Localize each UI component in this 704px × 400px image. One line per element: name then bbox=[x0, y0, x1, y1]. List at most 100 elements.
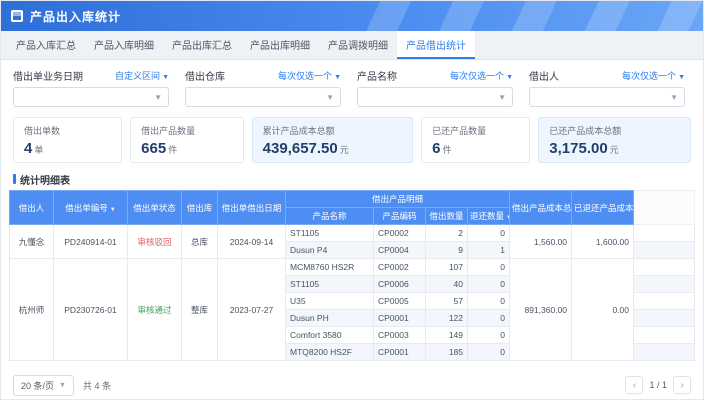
filter-borrower: 借出人 每次仅选一个▼ ▼ bbox=[529, 68, 685, 107]
tab-outbound-detail[interactable]: 产品出库明细 bbox=[241, 31, 319, 59]
pager: ‹ 1 / 1 › bbox=[625, 376, 691, 394]
col-header-product-code[interactable]: 产品编码 bbox=[374, 208, 426, 225]
tab-outbound-summary[interactable]: 产品出库汇总 bbox=[163, 31, 241, 59]
lend-date-select[interactable]: ▼ bbox=[13, 87, 169, 107]
stat-value: 4单 bbox=[24, 140, 111, 157]
prev-page-button[interactable]: ‹ bbox=[625, 376, 643, 394]
filler-cell bbox=[634, 310, 695, 327]
total-count-label: 共 4 条 bbox=[83, 379, 111, 392]
chevron-down-icon: ▼ bbox=[678, 74, 685, 81]
col-header-product-name[interactable]: 产品名称 bbox=[286, 208, 374, 225]
chevron-down-icon: ▼ bbox=[506, 74, 513, 81]
filter-mode-dropdown[interactable]: 自定义区间▼ bbox=[115, 69, 169, 82]
statistics-table-container: 借出人 借出单编号▼ 借出单状态 借出库 借出单借出日期 借出产品明细 借出产品… bbox=[1, 190, 703, 371]
out-qty-cell: 9 bbox=[426, 242, 468, 259]
product-code-cell: CP0003 bbox=[374, 327, 426, 344]
borrower-select[interactable]: ▼ bbox=[529, 87, 685, 107]
stat-value: 665件 bbox=[141, 140, 233, 157]
chevron-down-icon: ▼ bbox=[670, 93, 678, 102]
filter-mode-dropdown[interactable]: 每次仅选一个▼ bbox=[450, 69, 513, 82]
app-grid-icon bbox=[11, 10, 23, 22]
table-row[interactable]: 九懂念PD240914-01审核驳回总库2024-09-14ST1105CP00… bbox=[10, 225, 695, 242]
filler-cell bbox=[634, 259, 695, 276]
warehouse-cell: 整库 bbox=[182, 259, 218, 361]
col-header-return-qty[interactable]: 退还数量▼ bbox=[468, 208, 510, 225]
chevron-down-icon: ▼ bbox=[162, 74, 169, 81]
filler-cell bbox=[634, 225, 695, 242]
col-header-status[interactable]: 借出单状态 bbox=[128, 191, 182, 225]
stat-value: 439,657.50元 bbox=[263, 140, 402, 157]
chevron-down-icon: ▼ bbox=[154, 93, 162, 102]
statistics-table: 借出人 借出单编号▼ 借出单状态 借出库 借出单借出日期 借出产品明细 借出产品… bbox=[9, 190, 695, 361]
product-code-cell: CP0002 bbox=[374, 225, 426, 242]
status-cell: 审核驳回 bbox=[128, 225, 182, 259]
out-qty-cell: 107 bbox=[426, 259, 468, 276]
tab-inbound-detail[interactable]: 产品入库明细 bbox=[85, 31, 163, 59]
filter-product-name: 产品名称 每次仅选一个▼ ▼ bbox=[357, 68, 513, 107]
return-qty-cell: 0 bbox=[468, 327, 510, 344]
return-qty-cell: 1 bbox=[468, 242, 510, 259]
col-header-date[interactable]: 借出单借出日期 bbox=[218, 191, 286, 225]
borrower-cell: 杭州师 bbox=[10, 259, 54, 361]
section-marker-icon bbox=[13, 174, 16, 184]
col-header-out-qty[interactable]: 借出数量 bbox=[426, 208, 468, 225]
filter-label-lend-date: 借出单业务日期 bbox=[13, 68, 83, 83]
filter-mode-dropdown[interactable]: 每次仅选一个▼ bbox=[278, 69, 341, 82]
stat-card-lend-orders: 借出单数 4单 bbox=[13, 117, 122, 163]
col-header-borrower[interactable]: 借出人 bbox=[10, 191, 54, 225]
filler-cell bbox=[634, 276, 695, 293]
tab-transfer-detail[interactable]: 产品调拨明细 bbox=[319, 31, 397, 59]
tab-inbound-summary[interactable]: 产品入库汇总 bbox=[7, 31, 85, 59]
tab-lend-statistics[interactable]: 产品借出统计 bbox=[397, 31, 475, 59]
chevron-down-icon: ▼ bbox=[498, 93, 506, 102]
status-cell: 审核通过 bbox=[128, 259, 182, 361]
filler-cell bbox=[634, 344, 695, 361]
borrower-cell: 九懂念 bbox=[10, 225, 54, 259]
product-code-cell: CP0001 bbox=[374, 344, 426, 361]
section-title: 统计明细表 bbox=[20, 172, 70, 187]
col-header-product-group: 借出产品明细 bbox=[286, 191, 510, 208]
stat-value: 3,175.00元 bbox=[549, 140, 680, 157]
return-qty-cell: 0 bbox=[468, 225, 510, 242]
chevron-down-icon: ▼ bbox=[334, 74, 341, 81]
order-no-cell: PD240914-01 bbox=[54, 225, 128, 259]
filler-cell bbox=[634, 242, 695, 259]
cost-total-cell: 891,360.00 bbox=[510, 259, 572, 361]
tab-bar: 产品入库汇总 产品入库明细 产品出库汇总 产品出库明细 产品调拨明细 产品借出统… bbox=[1, 31, 703, 60]
filler-cell bbox=[634, 293, 695, 310]
out-qty-cell: 57 bbox=[426, 293, 468, 310]
page-size-select[interactable]: 20 条/页 ▼ bbox=[13, 375, 74, 396]
order-no-cell: PD230726-01 bbox=[54, 259, 128, 361]
product-name-cell: MTQ8200 HS2F bbox=[286, 344, 374, 361]
product-name-cell: Dusun P4 bbox=[286, 242, 374, 259]
lend-date-cell: 2024-09-14 bbox=[218, 225, 286, 259]
table-row[interactable]: 杭州师PD230726-01审核通过整库2023-07-27MCM8760 HS… bbox=[10, 259, 695, 276]
next-page-button[interactable]: › bbox=[673, 376, 691, 394]
warehouse-cell: 总库 bbox=[182, 225, 218, 259]
stat-label: 已还产品成本总额 bbox=[549, 124, 680, 137]
col-header-returned-cost[interactable]: 已退还产品成本总额(元) bbox=[572, 191, 634, 225]
lend-warehouse-select[interactable]: ▼ bbox=[185, 87, 341, 107]
product-name-cell: ST1105 bbox=[286, 225, 374, 242]
col-header-cost-total[interactable]: 借出产品成本总额(元) bbox=[510, 191, 572, 225]
lend-date-cell: 2023-07-27 bbox=[218, 259, 286, 361]
page-indicator: 1 / 1 bbox=[649, 380, 667, 390]
stat-card-returned-cost: 已还产品成本总额 3,175.00元 bbox=[538, 117, 691, 163]
out-qty-cell: 40 bbox=[426, 276, 468, 293]
col-header-order-no[interactable]: 借出单编号▼ bbox=[54, 191, 128, 225]
filter-bar: 借出单业务日期 自定义区间▼ ▼ 借出仓库 每次仅选一个▼ ▼ 产品名称 每次仅… bbox=[1, 60, 703, 113]
cost-total-cell: 1,560.00 bbox=[510, 225, 572, 259]
filter-label-lend-warehouse: 借出仓库 bbox=[185, 68, 225, 83]
stat-card-total-cost: 累计产品成本总额 439,657.50元 bbox=[252, 117, 413, 163]
returned-cost-cell: 0.00 bbox=[572, 259, 634, 361]
filter-caret-icon[interactable]: ▼ bbox=[110, 207, 116, 213]
filter-caret-icon[interactable]: ▼ bbox=[506, 215, 510, 221]
return-qty-cell: 0 bbox=[468, 344, 510, 361]
page-title: 产品出入库统计 bbox=[30, 8, 121, 25]
filter-mode-dropdown[interactable]: 每次仅选一个▼ bbox=[622, 69, 685, 82]
product-name-select[interactable]: ▼ bbox=[357, 87, 513, 107]
out-qty-cell: 149 bbox=[426, 327, 468, 344]
filter-label-borrower: 借出人 bbox=[529, 68, 559, 83]
product-name-cell: ST1105 bbox=[286, 276, 374, 293]
col-header-warehouse[interactable]: 借出库 bbox=[182, 191, 218, 225]
